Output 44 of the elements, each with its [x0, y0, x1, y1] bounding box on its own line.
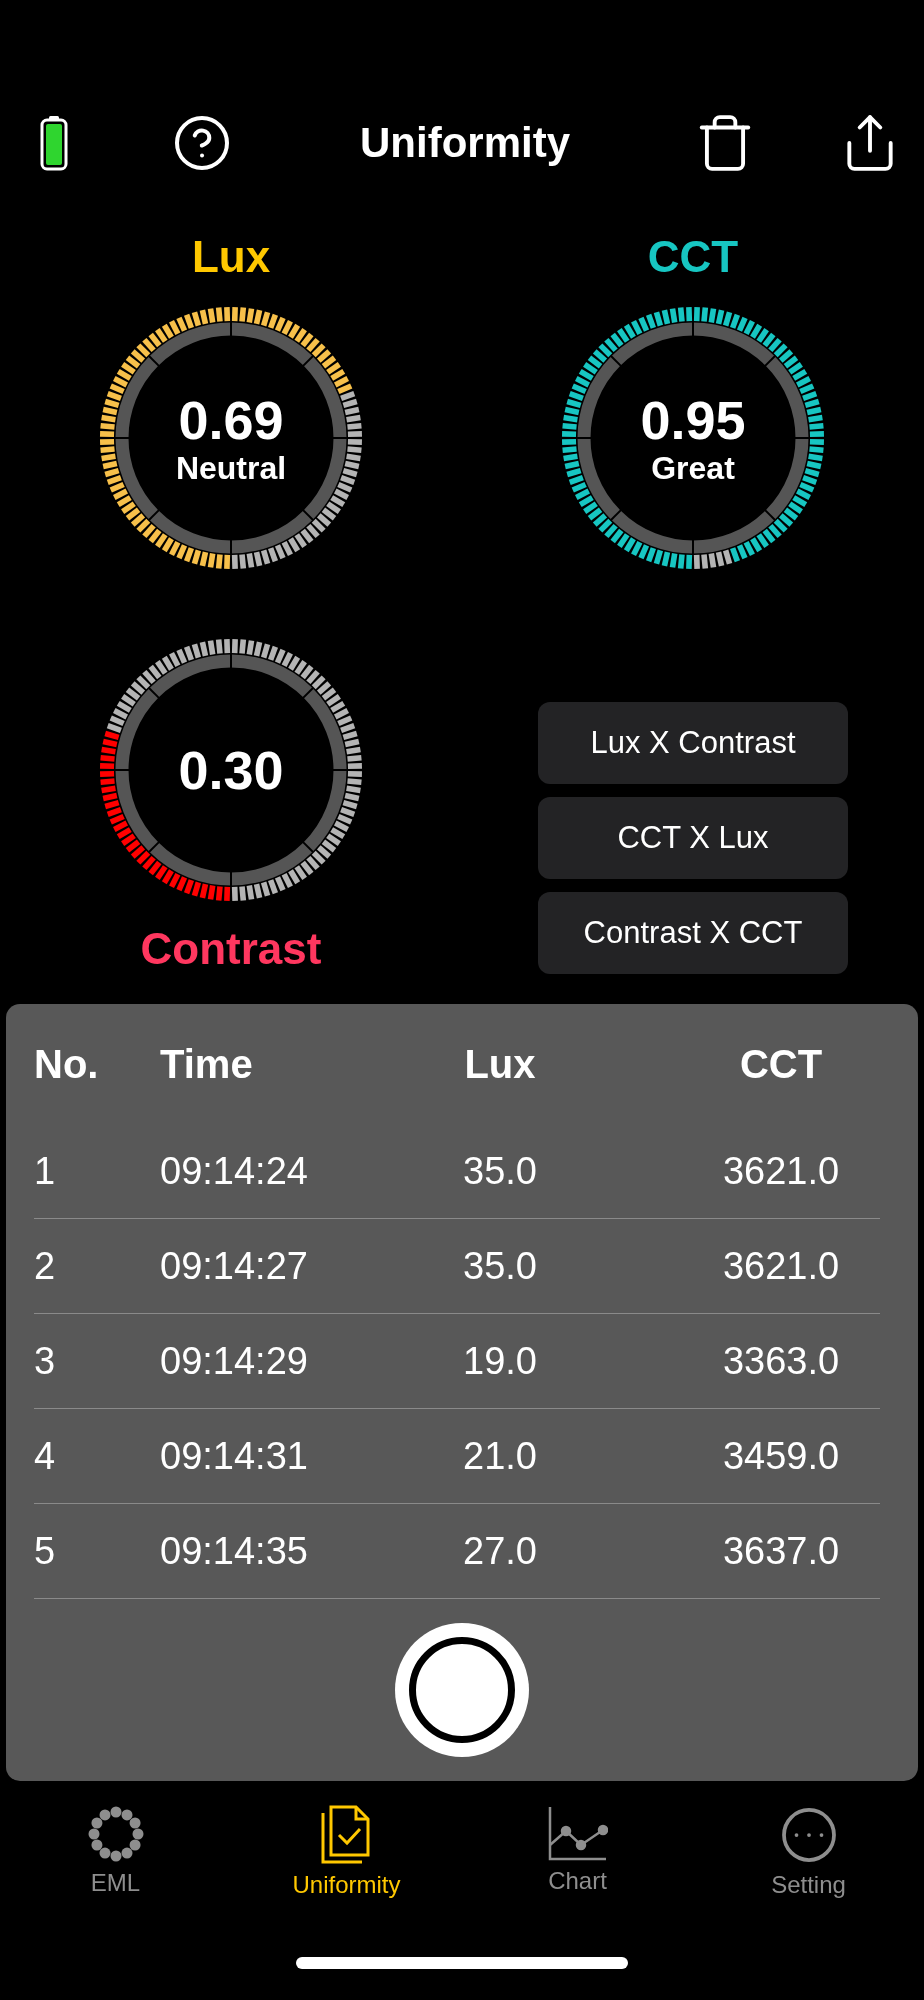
table-cell-text: 35.0: [462, 1149, 538, 1193]
table-cell-text: 09:14:24: [160, 1149, 309, 1193]
table-cell-text: 09:14:31: [160, 1434, 309, 1478]
table-cell-text: 19.0: [462, 1339, 538, 1383]
table-cell-text: 2: [34, 1244, 57, 1288]
table-cell-text: 21.0: [462, 1434, 538, 1478]
gauge-rating: Neutral: [175, 450, 287, 486]
table-cell-text: 09:14:27: [160, 1244, 309, 1288]
dotted-ring-icon: [86, 1805, 145, 1863]
line-chart-icon: [547, 1805, 608, 1861]
tab-item[interactable]: Chart: [462, 1805, 693, 1899]
table-cell-text: 3621.0: [721, 1149, 841, 1193]
table-cell-text: 3637.0: [721, 1529, 841, 1573]
table-cell-text: 4: [34, 1434, 57, 1478]
tab-item[interactable]: Uniformity: [231, 1805, 462, 1899]
gauge-value: 0.95: [640, 390, 746, 450]
table-cell-text: 1: [34, 1149, 57, 1193]
column-header: Time: [160, 1041, 254, 1087]
column-header: CCT: [738, 1041, 824, 1087]
compare-button[interactable]: Lux X Contrast: [538, 702, 848, 784]
column-header: No.: [34, 1041, 100, 1087]
compare-button[interactable]: Contrast X CCT: [538, 892, 848, 974]
gauge-value: 0.30: [178, 740, 284, 800]
screen-title: Uniformity: [359, 119, 571, 167]
gauge-label: CCT: [647, 231, 739, 283]
gauge-label: Lux: [191, 231, 271, 283]
table-cell-text: 09:14:35: [160, 1529, 309, 1573]
table-cell-text: 35.0: [462, 1244, 538, 1288]
tab-item[interactable]: Setting: [693, 1805, 924, 1899]
table-cell-text: 3363.0: [721, 1339, 841, 1383]
gauge-value: 0.69: [178, 390, 284, 450]
table-cell-text: 5: [34, 1529, 57, 1573]
table-cell-text: 09:14:29: [160, 1339, 309, 1383]
tab-item[interactable]: EML: [0, 1805, 231, 1899]
table-cell-text: 27.0: [462, 1529, 538, 1573]
table-cell-text: 3621.0: [721, 1244, 841, 1288]
help-icon[interactable]: [172, 113, 232, 173]
gauge-rating: Great: [651, 450, 735, 486]
gauge-label: Contrast: [140, 923, 322, 975]
table-cell-text: 3: [34, 1339, 57, 1383]
column-header: Lux: [463, 1041, 537, 1087]
battery-icon: [40, 115, 68, 171]
table-cell-text: 3459.0: [721, 1434, 841, 1478]
compare-button[interactable]: CCT X Lux: [538, 797, 848, 879]
